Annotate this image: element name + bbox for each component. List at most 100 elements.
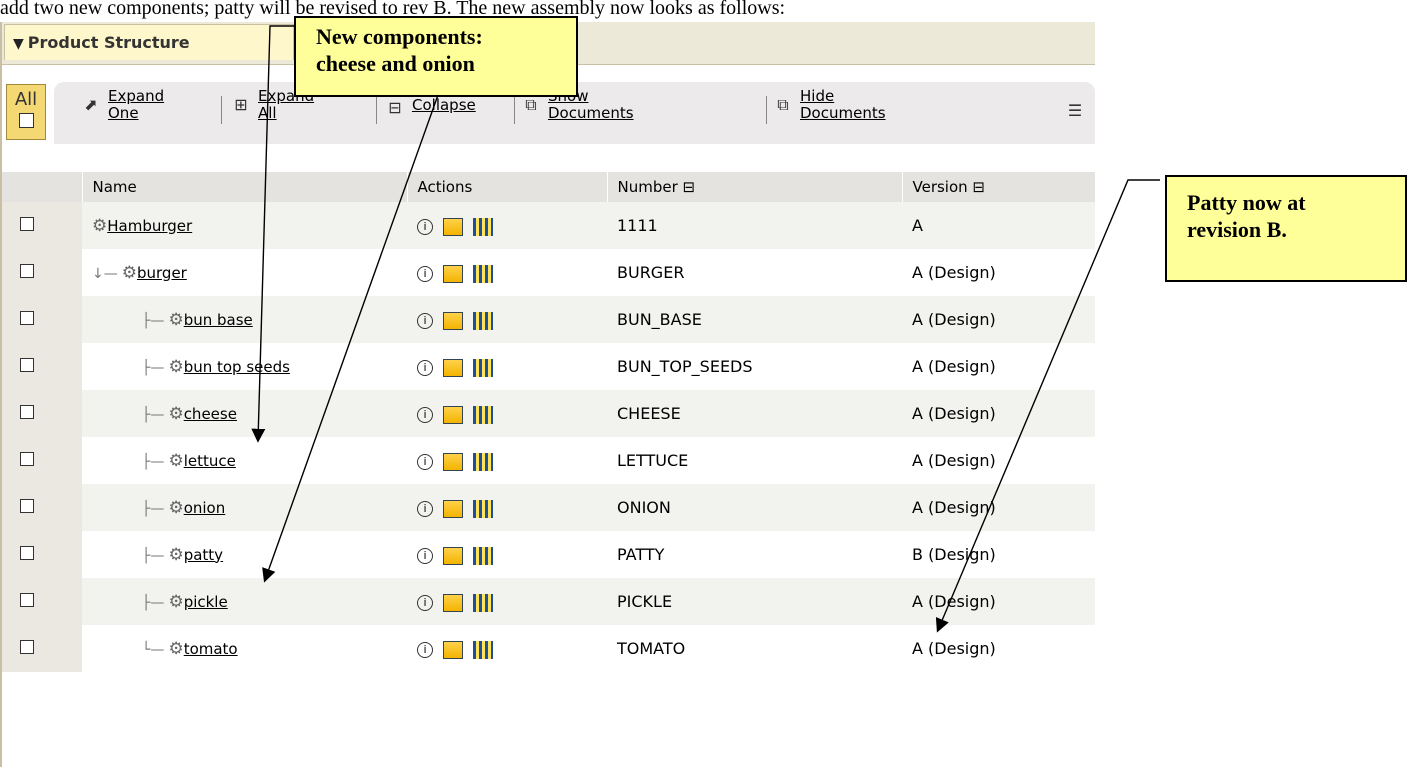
edit-structure-icon[interactable] bbox=[473, 406, 493, 424]
header-name[interactable]: Name bbox=[82, 172, 408, 202]
table-row: ├— ⚙bun base i BUN_BASE A (Design) bbox=[2, 296, 1095, 343]
edit-structure-icon[interactable] bbox=[473, 312, 493, 330]
row-checkbox[interactable] bbox=[20, 405, 34, 419]
tree-branch-icon: ├— bbox=[142, 312, 165, 329]
view-image-icon[interactable] bbox=[443, 641, 463, 659]
part-icon: ⚙ bbox=[168, 497, 184, 518]
edit-structure-icon[interactable] bbox=[473, 265, 493, 283]
view-image-icon[interactable] bbox=[443, 453, 463, 471]
select-all-checkbox[interactable] bbox=[18, 113, 34, 128]
tree-expand-icon[interactable]: ↓— bbox=[92, 266, 118, 282]
header-version[interactable]: Version ⊟ bbox=[902, 172, 1095, 202]
info-icon[interactable]: i bbox=[417, 407, 433, 423]
tree-branch-icon: ├— bbox=[142, 500, 165, 517]
edit-structure-icon[interactable] bbox=[473, 218, 493, 236]
expand-one-icon: ⬈ bbox=[84, 95, 98, 114]
toolbar-divider bbox=[221, 96, 222, 124]
row-checkbox[interactable] bbox=[20, 640, 34, 654]
table-row: └— ⚙tomato i TOMATO A (Design) bbox=[2, 625, 1095, 672]
part-icon: ⚙ bbox=[168, 450, 184, 471]
toolbar-divider bbox=[376, 96, 377, 124]
collapse-triangle-icon[interactable]: ▼ bbox=[13, 36, 24, 52]
edit-structure-icon[interactable] bbox=[473, 594, 493, 612]
part-version: A (Design) bbox=[902, 343, 1095, 390]
collapse-button[interactable]: ⊟ Collapse bbox=[384, 97, 476, 119]
tree-branch-icon: ├— bbox=[142, 359, 165, 376]
part-version: A (Design) bbox=[902, 578, 1095, 625]
row-checkbox[interactable] bbox=[20, 217, 34, 231]
row-checkbox[interactable] bbox=[20, 452, 34, 466]
part-link[interactable]: onion bbox=[184, 499, 226, 517]
row-checkbox[interactable] bbox=[20, 264, 34, 278]
info-icon[interactable]: i bbox=[417, 454, 433, 470]
edit-structure-icon[interactable] bbox=[473, 359, 493, 377]
row-checkbox[interactable] bbox=[20, 358, 34, 372]
part-number: BUN_BASE bbox=[607, 296, 902, 343]
part-link[interactable]: bun top seeds bbox=[184, 358, 290, 376]
table-row: ├— ⚙patty i PATTY B (Design) bbox=[2, 531, 1095, 578]
info-icon[interactable]: i bbox=[417, 501, 433, 517]
part-link[interactable]: cheese bbox=[184, 405, 237, 423]
table-row: ├— ⚙onion i ONION A (Design) bbox=[2, 484, 1095, 531]
assembly-icon: ⚙ bbox=[92, 215, 108, 236]
table-row: ├— ⚙cheese i CHEESE A (Design) bbox=[2, 390, 1095, 437]
row-checkbox[interactable] bbox=[20, 311, 34, 325]
table-row: ├— ⚙pickle i PICKLE A (Design) bbox=[2, 578, 1095, 625]
expand-one-button[interactable]: ⬈ Expand One bbox=[80, 88, 164, 122]
part-link[interactable]: patty bbox=[184, 546, 223, 564]
part-icon: ⚙ bbox=[168, 544, 184, 565]
part-link[interactable]: tomato bbox=[184, 640, 238, 658]
part-icon: ⚙ bbox=[168, 403, 184, 424]
part-icon: ⚙ bbox=[121, 262, 137, 283]
product-structure-tab[interactable]: ▼ Product Structure bbox=[4, 24, 294, 60]
view-image-icon[interactable] bbox=[443, 265, 463, 283]
row-checkbox[interactable] bbox=[20, 593, 34, 607]
info-icon[interactable]: i bbox=[417, 642, 433, 658]
tree-view-button[interactable]: ☰ bbox=[1064, 94, 1092, 122]
header-number[interactable]: Number ⊟ bbox=[607, 172, 903, 202]
part-link[interactable]: pickle bbox=[184, 593, 228, 611]
part-link[interactable]: burger bbox=[137, 264, 187, 282]
toolbar-divider bbox=[766, 96, 767, 124]
tree-branch-icon: ├— bbox=[142, 453, 165, 470]
view-image-icon[interactable] bbox=[443, 312, 463, 330]
info-icon[interactable]: i bbox=[417, 313, 433, 329]
part-icon: ⚙ bbox=[168, 638, 184, 659]
hide-documents-link[interactable]: Hide Documents bbox=[800, 88, 886, 122]
part-version: A bbox=[902, 202, 1095, 249]
info-icon[interactable]: i bbox=[417, 360, 433, 376]
info-icon[interactable]: i bbox=[417, 219, 433, 235]
view-image-icon[interactable] bbox=[443, 547, 463, 565]
row-checkbox[interactable] bbox=[20, 546, 34, 560]
info-icon[interactable]: i bbox=[417, 595, 433, 611]
hide-documents-icon: ⧉ bbox=[777, 95, 789, 114]
view-image-icon[interactable] bbox=[443, 594, 463, 612]
view-image-icon[interactable] bbox=[443, 359, 463, 377]
view-image-icon[interactable] bbox=[443, 406, 463, 424]
edit-structure-icon[interactable] bbox=[473, 500, 493, 518]
info-icon[interactable]: i bbox=[417, 266, 433, 282]
part-icon: ⚙ bbox=[168, 591, 184, 612]
view-image-icon[interactable] bbox=[443, 500, 463, 518]
tree-last-branch-icon: └— bbox=[142, 641, 165, 658]
view-image-icon[interactable] bbox=[443, 218, 463, 236]
table-row: ↓— ⚙burger i BURGER A (Design) bbox=[2, 249, 1095, 296]
select-all-box[interactable]: All bbox=[6, 84, 46, 140]
part-icon: ⚙ bbox=[168, 309, 184, 330]
toolbar-divider bbox=[514, 96, 515, 124]
part-number: PICKLE bbox=[607, 578, 902, 625]
edit-structure-icon[interactable] bbox=[473, 547, 493, 565]
expand-one-link[interactable]: Expand One bbox=[108, 88, 164, 122]
part-number: ONION bbox=[607, 484, 902, 531]
edit-structure-icon[interactable] bbox=[473, 453, 493, 471]
collapse-link[interactable]: Collapse bbox=[412, 97, 476, 114]
info-icon[interactable]: i bbox=[417, 548, 433, 564]
part-version: A (Design) bbox=[902, 484, 1095, 531]
part-number: PATTY bbox=[607, 531, 902, 578]
part-link[interactable]: bun base bbox=[184, 311, 253, 329]
hide-documents-button[interactable]: ⧉ Hide Documents bbox=[772, 88, 886, 122]
part-link[interactable]: Hamburger bbox=[107, 217, 192, 235]
row-checkbox[interactable] bbox=[20, 499, 34, 513]
part-link[interactable]: lettuce bbox=[184, 452, 236, 470]
edit-structure-icon[interactable] bbox=[473, 641, 493, 659]
